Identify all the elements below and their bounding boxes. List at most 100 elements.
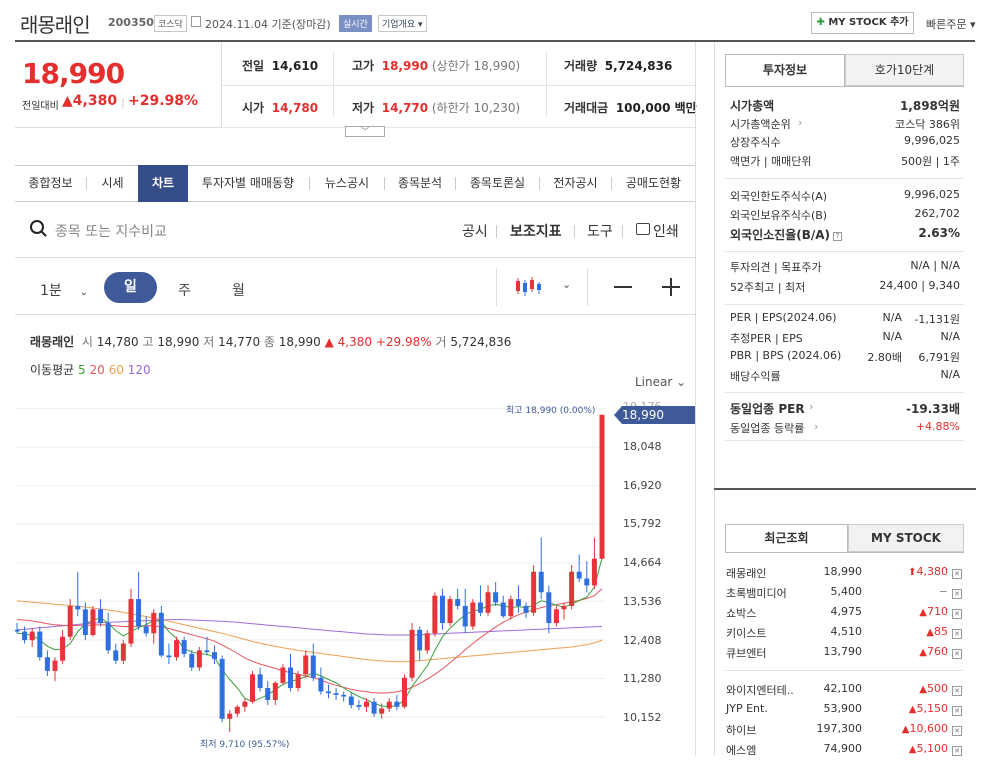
candle — [128, 588, 134, 647]
candle — [485, 585, 491, 617]
candle-body — [98, 609, 104, 624]
candle — [523, 602, 529, 618]
recent-item[interactable]: 에스엠 74,900 ▲5,100 ✕ — [726, 742, 962, 762]
candle-type-icon[interactable] — [514, 276, 542, 301]
period-month[interactable]: 월 — [232, 280, 245, 300]
candle — [280, 664, 286, 685]
y-tick-label: 12,408 — [623, 634, 662, 647]
tab-recent[interactable]: 최근조회 — [725, 524, 848, 552]
y-tick-label: 13,536 — [623, 595, 662, 608]
candle-body — [310, 655, 316, 678]
recent-item-name[interactable]: JYP Ent. — [726, 702, 768, 715]
recent-item-name[interactable]: 래몽래인 — [726, 565, 766, 581]
remove-icon[interactable]: ✕ — [952, 629, 962, 639]
tab-analysis[interactable]: 종목분석 — [385, 165, 455, 202]
remove-icon[interactable]: ✕ — [952, 609, 962, 619]
recent-item-change: ▲85 — [926, 625, 948, 638]
tab-mystock[interactable]: MY STOCK — [848, 524, 964, 552]
toolbar-sep — [622, 225, 623, 238]
period-week[interactable]: 주 — [178, 280, 191, 300]
remove-icon[interactable]: ✕ — [952, 726, 962, 736]
tab-chart[interactable]: 차트 — [138, 165, 188, 202]
recent-sep — [725, 670, 964, 671]
candle — [265, 681, 271, 706]
disclosure-button[interactable]: 공시 — [462, 221, 488, 241]
chevron-down-icon[interactable]: ⌄ — [562, 278, 571, 291]
recent-item-name[interactable]: 키이스트 — [726, 625, 766, 641]
candle-body — [531, 571, 537, 613]
info-icon[interactable]: ? — [833, 231, 843, 241]
chart-ohlc-line: 래몽래인 시 14,780 고 18,990 저 14,770 종 18,990… — [30, 335, 512, 349]
tab-hoga[interactable]: 호가10단계 — [845, 54, 964, 86]
scale-select[interactable]: Linear ⌄ — [635, 375, 686, 389]
foreign_info-row: 외국인소진율(B/A)? 2.63% — [730, 226, 960, 242]
y-tick-label: 10,152 — [623, 711, 662, 724]
tools-button[interactable]: 도구 — [587, 221, 613, 241]
tab-disclosure[interactable]: 전자공시 — [540, 165, 611, 202]
recent-item[interactable]: 하이브 197,300 ▲10,600 ✕ — [726, 722, 962, 742]
recent-item[interactable]: 키이스트 4,510 ▲85 ✕ — [726, 625, 962, 645]
recent-item[interactable]: 쇼박스 4,975 ▲710 ✕ — [726, 605, 962, 625]
candle — [105, 612, 111, 654]
ma5-line — [16, 557, 603, 708]
tab-discussion[interactable]: 종목토론실 — [456, 165, 539, 202]
candle-body — [538, 571, 544, 593]
compare-search-input[interactable]: 종목 또는 지수비교 — [55, 221, 167, 241]
candle-body — [371, 701, 377, 714]
recent-item[interactable]: JYP Ent. 53,900 ▲5,150 ✕ — [726, 702, 962, 722]
arrow-icon[interactable]: › — [798, 116, 802, 129]
print-button[interactable]: 인쇄 — [653, 221, 679, 241]
remove-icon[interactable]: ✕ — [952, 649, 962, 659]
recent-item-name[interactable]: 와이지엔터테.. — [726, 682, 794, 698]
recent-item-name[interactable]: 쇼박스 — [726, 605, 756, 621]
candle-body — [348, 696, 354, 706]
tab-invest-info[interactable]: 투자정보 — [725, 54, 845, 86]
remove-icon[interactable]: ✕ — [952, 686, 962, 696]
period-day[interactable]: 일 — [104, 272, 157, 303]
candle-body — [143, 626, 149, 634]
add-mystock-button[interactable]: ✚ MY STOCK 추가 — [811, 12, 914, 34]
tab-news[interactable]: 뉴스공시 — [310, 165, 384, 202]
indicators-button[interactable]: 보조지표 — [510, 221, 562, 241]
realtime-badge[interactable]: 실시간 — [339, 15, 372, 32]
candle — [227, 710, 233, 733]
tab-quotes[interactable]: 시세 — [87, 165, 138, 202]
ma120-line — [16, 619, 603, 636]
candle-body — [439, 595, 445, 624]
candle-body — [432, 595, 438, 634]
candle-body — [569, 571, 575, 606]
recent-item-price: 74,900 — [823, 742, 863, 755]
company-info-button[interactable]: 기업개요 ▾ — [378, 15, 427, 32]
candle — [569, 564, 575, 610]
prev-close: 전일 14,610 — [242, 59, 319, 73]
remove-icon[interactable]: ✕ — [952, 569, 962, 579]
recent-item[interactable]: 래몽래인 18,990 ⬆4,380 ✕ — [726, 565, 962, 585]
change-percent: +29.98% — [128, 93, 199, 109]
tab-short-selling[interactable]: 공매도현황 — [612, 165, 695, 202]
recent-item[interactable]: 초록뱀미디어 5,400 − ✕ — [726, 585, 962, 605]
price-chart[interactable] — [15, 395, 695, 756]
remove-icon[interactable]: ✕ — [952, 589, 962, 599]
quick-order-button[interactable]: 빠른주문 ▾ — [926, 16, 976, 32]
recent-item[interactable]: 와이지엔터테.. 42,100 ▲500 ✕ — [726, 682, 962, 702]
recent-item[interactable]: 큐브엔터 13,790 ▲760 ✕ — [726, 645, 962, 665]
remove-icon[interactable]: ✕ — [952, 746, 962, 756]
recent-item-change: ▲5,150 — [908, 702, 948, 715]
recent-item-name[interactable]: 하이브 — [726, 722, 756, 738]
zoom-out-button[interactable] — [614, 286, 632, 288]
current-price: 18,990 — [22, 57, 125, 90]
remove-icon[interactable]: ✕ — [952, 706, 962, 716]
expand-toggle[interactable]: ﹀ — [345, 126, 385, 137]
info-sep — [725, 392, 964, 393]
ctrl-sep — [496, 268, 497, 306]
candle-body — [500, 602, 506, 617]
tab-investor[interactable]: 투자자별 매매동향 — [188, 165, 308, 202]
recent-item-name[interactable]: 초록뱀미디어 — [726, 585, 787, 601]
candle — [219, 655, 225, 723]
candle-body — [272, 682, 278, 700]
tab-overview[interactable]: 종합정보 — [15, 165, 86, 202]
candle — [82, 602, 88, 641]
recent-item-price: 197,300 — [816, 722, 863, 735]
minute-select[interactable]: 1분 ⌄ — [40, 280, 88, 300]
recent-item-name[interactable]: 큐브엔터 — [726, 645, 766, 661]
